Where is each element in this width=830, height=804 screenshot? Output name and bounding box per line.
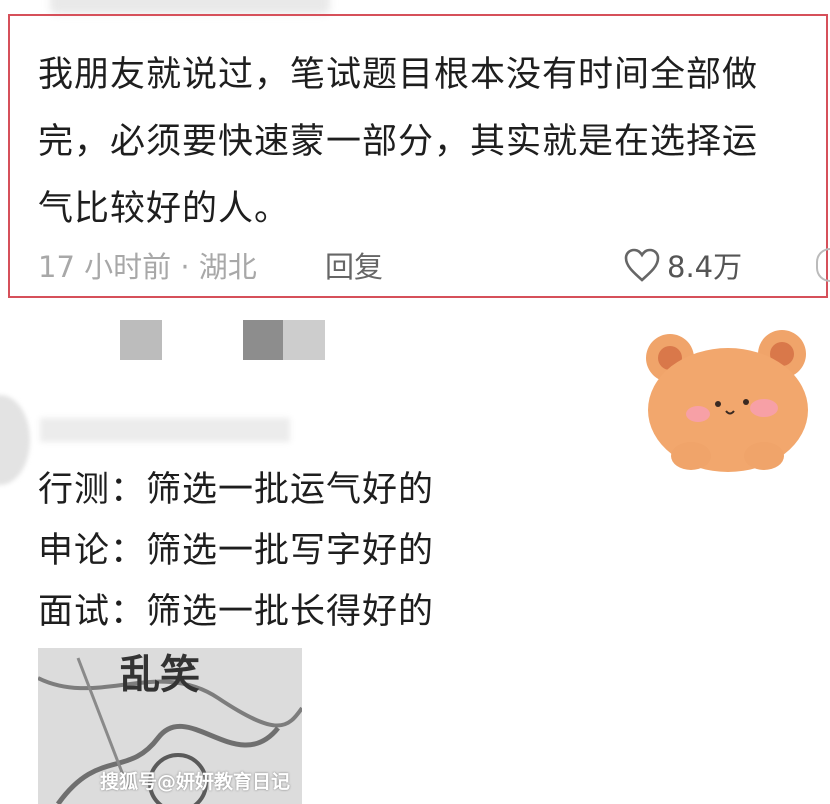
mosaic-block xyxy=(120,320,162,360)
avatar xyxy=(0,395,30,485)
like-button[interactable]: 8.4万 xyxy=(623,244,742,286)
comment-line: 气比较好的人。 xyxy=(38,189,291,229)
like-count: 8.4万 xyxy=(667,250,743,284)
watermark: 搜狐号@妍妍教育日记 xyxy=(99,771,290,793)
mosaic-block xyxy=(243,320,283,360)
blurred-username-above xyxy=(50,0,330,14)
comment-time-location: 17 小时前 · 湖北 xyxy=(38,250,257,284)
reply-line: 面试：筛选一批长得好的 xyxy=(38,592,435,632)
comment-text: 我朋友就说过，笔试题目根本没有时间全部做 完，必须要快速蒙一部分，其实就是在选择… xyxy=(38,42,828,243)
comment-meta: 17 小时前 · 湖北 回复 8.4万 xyxy=(38,244,830,286)
highlighted-comment: 我朋友就说过，笔试题目根本没有时间全部做 完，必须要快速蒙一部分，其实就是在选择… xyxy=(8,14,830,298)
reply-comment: 行测：筛选一批运气好的 申论：筛选一批写字好的 面试：筛选一批长得好的 xyxy=(38,460,434,643)
reply-line: 行测：筛选一批运气好的 xyxy=(38,470,435,510)
mosaic-block xyxy=(283,320,325,360)
reply-line: 申论：筛选一批写字好的 xyxy=(38,531,435,571)
more-icon[interactable] xyxy=(816,248,830,282)
bear-sticker xyxy=(646,330,808,472)
heart-icon xyxy=(624,248,660,282)
meme-image: 乱笑 搜狐号@妍妍教育日记 xyxy=(38,648,302,804)
reply-button[interactable]: 回复 xyxy=(325,244,383,286)
comment-line: 我朋友就说过，笔试题目根本没有时间全部做 xyxy=(38,55,759,95)
blurred-username xyxy=(40,418,290,442)
comment-line: 完，必须要快速蒙一部分，其实就是在选择运 xyxy=(38,122,759,162)
meme-caption: 乱笑 xyxy=(120,652,200,698)
